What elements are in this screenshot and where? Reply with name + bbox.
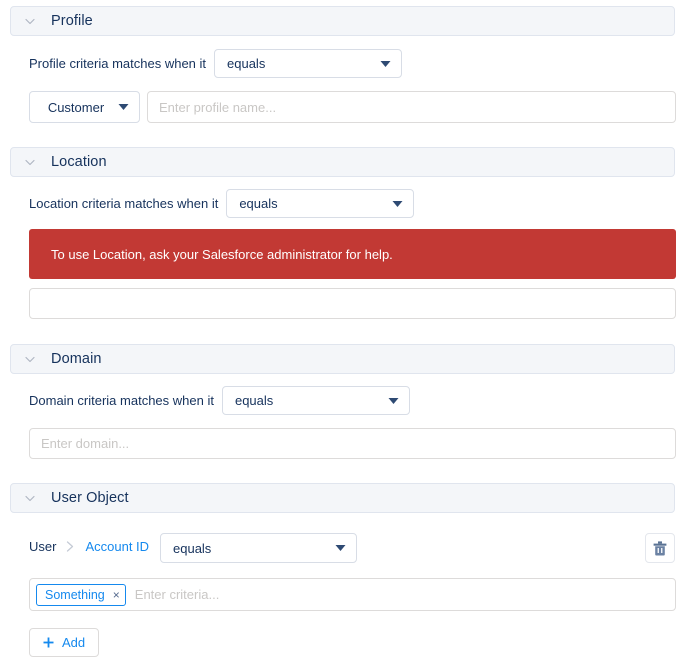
section-title-domain: Domain	[51, 350, 102, 367]
chevron-right-icon	[67, 541, 74, 552]
section-header-user-object[interactable]: User Object	[10, 483, 675, 513]
plus-icon	[43, 637, 54, 648]
location-criteria-label: Location criteria matches when it	[29, 196, 219, 211]
profile-type-value: Customer	[47, 99, 105, 115]
user-object-breadcrumb: User Account ID	[29, 539, 149, 554]
section-header-location[interactable]: Location	[10, 147, 675, 177]
chevron-down-icon[interactable]	[23, 14, 37, 28]
delete-criteria-button[interactable]	[645, 533, 675, 563]
profile-criteria-label: Profile criteria matches when it	[29, 56, 207, 71]
chevron-down-icon[interactable]	[23, 155, 37, 169]
add-criteria-label: Add	[62, 635, 86, 650]
user-object-criteria-input[interactable]: Something × Enter criteria...	[29, 578, 676, 611]
chevron-down-icon	[380, 60, 391, 67]
breadcrumb-field-account-id[interactable]: Account ID	[85, 539, 149, 554]
chevron-down-icon	[392, 200, 403, 207]
section-header-profile[interactable]: Profile	[10, 6, 675, 36]
location-operator-value: equals	[239, 196, 278, 211]
domain-value-placeholder: Enter domain...	[41, 436, 130, 451]
section-title-user-object: User Object	[51, 489, 129, 506]
criteria-chip-label: Something	[45, 587, 105, 602]
location-criteria-row: Location criteria matches when it equals	[29, 189, 415, 218]
chevron-down-icon	[388, 397, 399, 404]
domain-criteria-label: Domain criteria matches when it	[29, 393, 214, 408]
chevron-down-icon	[335, 545, 346, 551]
breadcrumb-root: User	[29, 539, 57, 554]
criteria-builder-page: Profile Profile criteria matches when it…	[0, 0, 690, 666]
domain-operator-value: equals	[234, 393, 274, 408]
domain-operator-select[interactable]: equals	[221, 386, 410, 415]
section-title-profile: Profile	[51, 12, 93, 29]
criteria-chip-something[interactable]: Something ×	[36, 583, 126, 606]
trash-icon	[653, 540, 667, 555]
section-title-location: Location	[51, 153, 107, 170]
location-error-banner: To use Location, ask your Salesforce adm…	[29, 229, 676, 279]
chevron-down-icon	[118, 104, 129, 110]
chip-remove-icon[interactable]: ×	[113, 589, 120, 601]
domain-value-input[interactable]: Enter domain...	[29, 428, 676, 459]
location-value-input[interactable]	[29, 288, 676, 319]
location-operator-select[interactable]: equals	[226, 189, 415, 218]
profile-criteria-row: Profile criteria matches when it equals	[29, 49, 403, 78]
section-header-domain[interactable]: Domain	[10, 344, 675, 374]
domain-criteria-row: Domain criteria matches when it equals	[29, 386, 410, 415]
profile-operator-select[interactable]: equals	[214, 49, 403, 78]
chevron-down-icon[interactable]	[23, 352, 37, 366]
profile-name-placeholder: Enter profile name...	[159, 99, 277, 115]
profile-operator-value: equals	[227, 56, 266, 71]
location-error-text: To use Location, ask your Salesforce adm…	[51, 246, 393, 262]
add-criteria-button[interactable]: Add	[29, 628, 100, 657]
user-object-operator-select[interactable]: equals	[160, 533, 357, 563]
profile-type-select[interactable]: Customer	[29, 91, 140, 123]
profile-name-input[interactable]: Enter profile name...	[147, 91, 676, 123]
user-object-operator-value: equals	[173, 540, 212, 556]
criteria-input-placeholder: Enter criteria...	[134, 587, 220, 602]
chevron-down-icon[interactable]	[23, 491, 37, 505]
